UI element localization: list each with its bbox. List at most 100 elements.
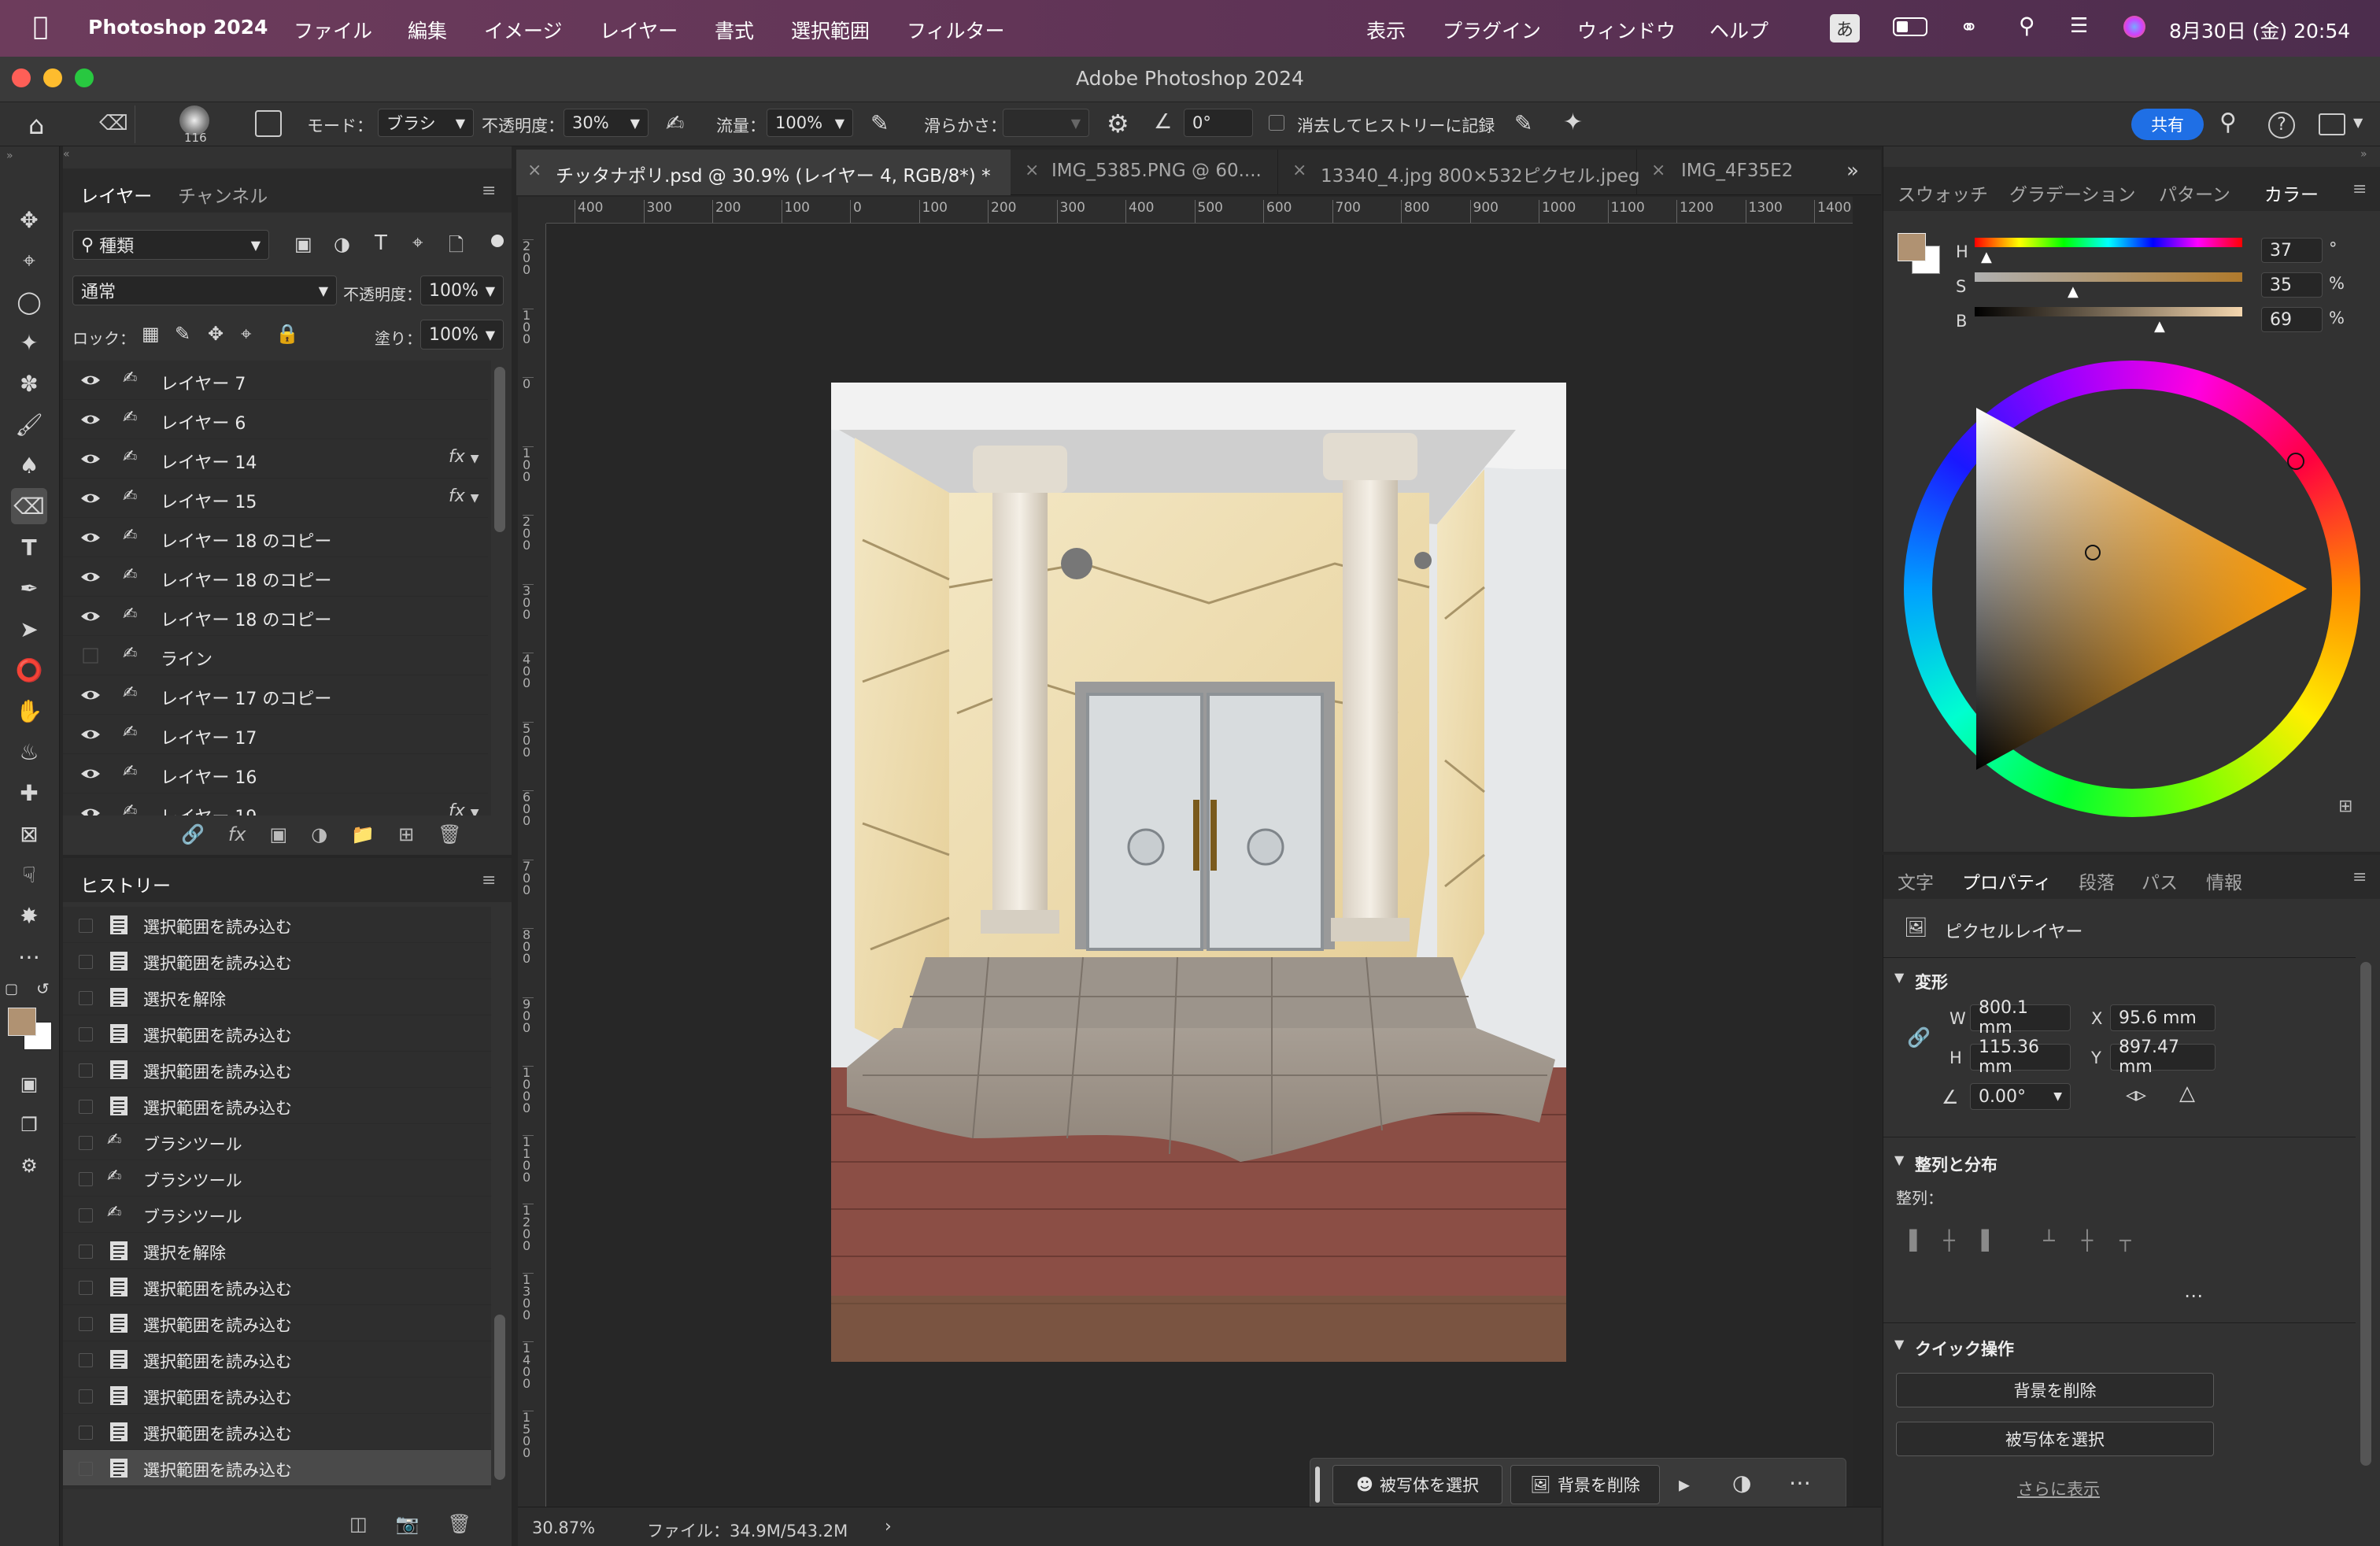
- history-item[interactable]: 選択を解除: [63, 1233, 491, 1269]
- ellipse-tool-icon[interactable]: ⭕: [11, 652, 47, 688]
- history-snapshot-checkbox[interactable]: [79, 1063, 93, 1078]
- brush-settings-icon[interactable]: [255, 110, 282, 137]
- layer-row[interactable]: ✍ レイヤー 18 のコピー: [63, 597, 488, 636]
- history-snapshot-checkbox[interactable]: [79, 955, 93, 969]
- y-field[interactable]: 897.47 mm: [2110, 1037, 2216, 1077]
- ruler-corner[interactable]: [518, 197, 546, 224]
- history-snapshot-checkbox[interactable]: [79, 1208, 93, 1222]
- panel-menu-icon[interactable]: ≡: [482, 871, 496, 890]
- filter-adjustment-icon[interactable]: ◑: [334, 233, 350, 255]
- eye-icon[interactable]: [80, 726, 101, 743]
- close-tab-icon[interactable]: ×: [1025, 161, 1039, 180]
- foreground-color-swatch[interactable]: [8, 1008, 36, 1036]
- close-tab-icon[interactable]: ×: [1292, 161, 1306, 180]
- share-button[interactable]: 共有: [2131, 109, 2204, 140]
- tab-gradients[interactable]: グラデーション: [2009, 179, 2136, 206]
- opacity-field[interactable]: 30% ▼: [564, 109, 649, 137]
- history-item[interactable]: 選択範囲を読み込む: [63, 1378, 491, 1414]
- fx-icon[interactable]: fx ▼: [449, 447, 479, 467]
- lock-pixels-icon[interactable]: ✎: [175, 323, 190, 345]
- more-align-icon[interactable]: ⋯: [2184, 1285, 2203, 1307]
- x-field[interactable]: 95.6 mm: [2110, 1004, 2216, 1031]
- history-snapshot-checkbox[interactable]: [79, 1462, 93, 1476]
- menu-image[interactable]: イメージ: [484, 16, 563, 44]
- doc-tab[interactable]: × IMG_4F35E2: [1637, 150, 1834, 195]
- fx-icon[interactable]: fx ▼: [449, 486, 479, 506]
- menu-filter[interactable]: フィルター: [907, 16, 1005, 44]
- menu-window[interactable]: ウィンドウ: [1577, 16, 1676, 44]
- brush-tool-icon[interactable]: 🖌: [11, 406, 47, 442]
- eye-icon[interactable]: [80, 490, 101, 507]
- saturation-slider[interactable]: [1975, 272, 2242, 282]
- swap-colors-icon[interactable]: ↺: [36, 979, 50, 998]
- smudge-tool-icon[interactable]: ☟: [11, 856, 47, 893]
- menu-edit[interactable]: 編集: [408, 16, 447, 44]
- eye-icon[interactable]: [80, 608, 101, 625]
- brightness-slider[interactable]: [1975, 307, 2242, 316]
- fx-icon[interactable]: fx: [228, 823, 246, 845]
- brightness-slider-thumb[interactable]: ▲: [2154, 318, 2165, 335]
- blend-mode-select[interactable]: 通常 ▼: [72, 276, 337, 305]
- history-snapshot-checkbox[interactable]: [79, 1281, 93, 1295]
- history-item[interactable]: 選択範囲を読み込む: [63, 1052, 491, 1088]
- frame-tool-icon[interactable]: ⊠: [11, 816, 47, 852]
- panel-menu-icon[interactable]: ≡: [482, 181, 496, 201]
- magic-wand-icon[interactable]: ✽: [11, 365, 47, 401]
- smoothing-field[interactable]: ▼: [1003, 109, 1089, 137]
- panel-menu-icon[interactable]: ≡: [2352, 867, 2367, 887]
- history-snapshot-checkbox[interactable]: [79, 1100, 93, 1114]
- more-options-icon[interactable]: ⋯: [1789, 1470, 1811, 1496]
- eye-icon[interactable]: [80, 411, 101, 428]
- history-scrollbar[interactable]: [494, 1315, 505, 1480]
- layer-row[interactable]: ✍ レイヤー 18 のコピー: [63, 557, 488, 597]
- airbrush-icon[interactable]: ✎: [870, 110, 889, 136]
- erase-history-checkbox[interactable]: [1269, 115, 1284, 131]
- history-snapshot-checkbox[interactable]: [79, 1136, 93, 1150]
- close-window-button[interactable]: [12, 68, 31, 87]
- link-layers-icon[interactable]: 🔗: [181, 823, 205, 845]
- history-item[interactable]: 選択範囲を読み込む: [63, 1341, 491, 1378]
- visibility-toggle[interactable]: [80, 647, 101, 664]
- tab-swatches[interactable]: スウォッチ: [1898, 179, 1988, 206]
- tab-channels[interactable]: チャンネル: [178, 181, 268, 208]
- hand-tool-icon[interactable]: ✋: [11, 693, 47, 729]
- flip-horizontal-icon[interactable]: ◃▹: [2126, 1083, 2146, 1107]
- adjustment-layer-icon[interactable]: ◑: [311, 823, 327, 845]
- quick-mask-icon[interactable]: ▣: [11, 1066, 47, 1102]
- ruler-vertical[interactable]: 200 100 0 100 200 300 400 500 600 700 800 900 1000 11…: [518, 224, 546, 1507]
- new-layer-icon[interactable]: ⊞: [398, 823, 414, 845]
- new-document-from-state-icon[interactable]: ◫: [349, 1513, 368, 1535]
- type-tool-icon[interactable]: T: [11, 529, 47, 565]
- close-tab-icon[interactable]: ×: [1651, 161, 1665, 180]
- angle-field[interactable]: 0°: [1184, 109, 1253, 137]
- history-snapshot-checkbox[interactable]: [79, 1426, 93, 1440]
- layer-row[interactable]: ✍ ライン: [63, 636, 488, 675]
- doc-tab-active[interactable]: × チッタナポリ.psd @ 30.9% (レイヤー 4, RGB/8*) *: [516, 150, 1011, 195]
- ruler-horizontal[interactable]: 400 300 200 100 0 100 200 300 400 500 600 700 800 900…: [546, 197, 1853, 224]
- eye-icon[interactable]: [80, 372, 101, 389]
- history-item[interactable]: 選択範囲を読み込む: [63, 1450, 491, 1486]
- align-right-icon[interactable]: ▌: [1982, 1230, 1996, 1252]
- menu-help[interactable]: ヘルプ: [1709, 16, 1768, 44]
- properties-scrollbar[interactable]: [2360, 962, 2371, 1466]
- crop-tool-icon[interactable]: ⌖: [11, 242, 47, 279]
- flip-vertical-icon[interactable]: △: [2179, 1082, 2195, 1105]
- drag-handle[interactable]: [1315, 1466, 1320, 1503]
- app-menu[interactable]: Photoshop 2024: [88, 16, 268, 39]
- chevron-right-icon[interactable]: ›: [885, 1517, 892, 1537]
- adjustment-icon[interactable]: ◑: [1732, 1470, 1751, 1496]
- history-item[interactable]: 選択範囲を読み込む: [63, 907, 491, 943]
- history-snapshot-checkbox[interactable]: [79, 919, 93, 933]
- canvas-area[interactable]: [546, 224, 1853, 1507]
- taskbar-remove-bg-button[interactable]: 🖼 背景を削除: [1510, 1465, 1660, 1504]
- add-swatch-icon[interactable]: ⊞: [2338, 797, 2352, 816]
- hue-ring-handle[interactable]: [2287, 453, 2304, 470]
- lasso-tool-icon[interactable]: ◯: [11, 283, 47, 320]
- menu-select[interactable]: 選択範囲: [791, 16, 870, 44]
- align-center-icon[interactable]: ┼: [1943, 1230, 1954, 1252]
- search-icon[interactable]: ⚲: [2219, 109, 2237, 136]
- add-mask-icon[interactable]: ▣: [270, 823, 288, 845]
- camera-icon[interactable]: 📷: [396, 1513, 419, 1535]
- chevron-down-icon[interactable]: ▼: [1894, 1337, 1904, 1352]
- sponge-tool-icon[interactable]: ✸: [11, 897, 47, 934]
